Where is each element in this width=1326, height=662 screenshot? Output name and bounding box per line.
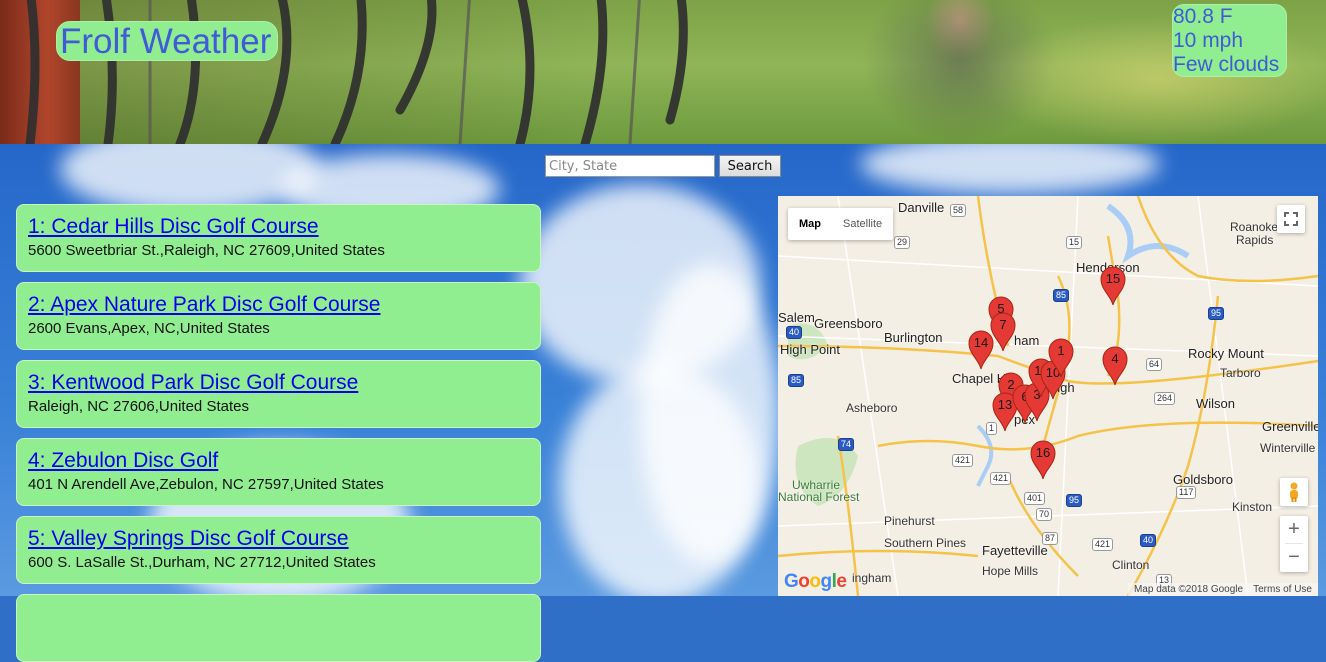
map-marker-15[interactable]: 15 (1100, 266, 1126, 306)
weather-wind: 10 mph (1173, 29, 1244, 52)
map-place-label: Southern Pines (884, 536, 967, 550)
map-data-credit: Map data ©2018 Google (1133, 584, 1244, 595)
map-place-label: High Point (780, 342, 840, 357)
map-place-label: Danville (898, 200, 945, 215)
map-place-label: Tarboro (1220, 366, 1261, 380)
map-place-label: Kinston (1232, 500, 1273, 514)
course-link[interactable]: 4: Zebulon Disc Golf (28, 447, 540, 475)
route-shield: 87 (1042, 532, 1059, 545)
route-shield: 64 (1146, 358, 1163, 371)
map-place-label: ham (1014, 333, 1040, 348)
fullscreen-button[interactable] (1277, 205, 1305, 233)
weather-conditions: Few clouds (1173, 53, 1280, 76)
route-shield: 85 (788, 374, 805, 387)
map-place-label: Clinton (1112, 558, 1150, 572)
pegman-icon (1290, 482, 1298, 502)
map-marker-label: 1 (1057, 343, 1065, 358)
map-place-label: Greensboro (814, 316, 883, 331)
course-address: 5600 Sweetbriar St.,Raleigh, NC 27609,Un… (28, 242, 385, 259)
course-card: 3: Kentwood Park Disc Golf Course Raleig… (16, 360, 541, 428)
route-shield: 29 (894, 236, 911, 249)
course-address: Raleigh, NC 27606,United States (28, 398, 249, 415)
course-card: 5: Valley Springs Disc Golf Course 600 S… (16, 516, 541, 584)
map-place-label: Wilson (1196, 396, 1236, 411)
course-link[interactable]: 2: Apex Nature Park Disc Golf Course (28, 291, 540, 319)
map-place-label: Burlington (884, 330, 943, 345)
google-logo: Google (784, 571, 847, 592)
map-marker-16[interactable]: 16 (1030, 440, 1056, 480)
map-type-control: Map Satellite (788, 208, 894, 240)
route-shield: 421 (952, 454, 974, 467)
route-shield: 58 (950, 204, 967, 217)
route-shield: 421 (1092, 538, 1114, 551)
city-state-search-input[interactable] (545, 155, 715, 177)
route-shield: 95 (1208, 307, 1225, 320)
map-marker-4[interactable]: 4 (1102, 346, 1128, 386)
route-shield: 421 (990, 472, 1012, 485)
map-place-label: Roanoke (1230, 220, 1279, 234)
header-banner: Frolf Weather 80.8 F 10 mph Few clouds (0, 0, 1326, 144)
route-shield: 40 (1140, 534, 1157, 547)
map-place-label: Greenville (1262, 419, 1318, 434)
fullscreen-icon (1284, 212, 1298, 226)
zoom-out-button[interactable]: − (1280, 544, 1308, 571)
route-shield: 70 (1036, 508, 1053, 521)
map-place-label: Rocky Mount (1188, 346, 1264, 361)
map-marker-14[interactable]: 14 (968, 330, 994, 370)
street-view-button[interactable] (1280, 478, 1308, 506)
map-type-satellite-button[interactable]: Satellite (832, 208, 893, 240)
route-shield: 95 (1066, 494, 1083, 507)
route-shield: 85 (1053, 289, 1070, 302)
zoom-in-button[interactable]: + (1280, 516, 1308, 543)
map-marker-label: 4 (1111, 351, 1119, 366)
route-shield: 40 (786, 326, 803, 339)
map-place-label: Salem (778, 310, 815, 325)
course-card: 1: Cedar Hills Disc Golf Course 5600 Swe… (16, 204, 541, 272)
map-place-label: Asheboro (846, 401, 898, 415)
route-shield: 15 (1066, 236, 1083, 249)
map-place-label: Goldsboro (1173, 472, 1233, 487)
course-address: 2600 Evans,Apex, NC,United States (28, 320, 270, 337)
map-place-label: Fayetteville (982, 543, 1048, 558)
route-shield: 401 (1024, 492, 1046, 505)
map-marker-1[interactable]: 1 (1048, 338, 1074, 378)
terms-of-use-link[interactable]: Terms of Use (1253, 584, 1312, 595)
map-place-label: Winterville (1260, 441, 1316, 455)
course-address: 401 N Arendell Ave,Zebulon, NC 27597,Uni… (28, 476, 384, 493)
map-type-map-button[interactable]: Map (788, 208, 832, 240)
map-place-label: Pinehurst (884, 514, 935, 528)
course-card (16, 594, 541, 662)
course-card: 2: Apex Nature Park Disc Golf Course 260… (16, 282, 541, 350)
map-place-label: Rapids (1236, 233, 1274, 247)
route-shield: 264 (1154, 392, 1176, 405)
map-place-label: ingham (852, 571, 892, 585)
map-marker-label: 15 (1105, 271, 1121, 286)
weather-temperature: 80.8 F (1173, 5, 1233, 28)
course-link[interactable]: 3: Kentwood Park Disc Golf Course (28, 369, 540, 397)
course-link[interactable]: 5: Valley Springs Disc Golf Course (28, 525, 540, 553)
map-marker-label: 16 (1035, 445, 1051, 460)
course-card: 4: Zebulon Disc Golf 401 N Arendell Ave,… (16, 438, 541, 506)
current-weather-box: 80.8 F 10 mph Few clouds (1172, 4, 1287, 77)
route-shield: 74 (838, 438, 855, 451)
course-map[interactable]: Danville Roanoke Rapids Henderson Greens… (778, 196, 1318, 596)
course-address: 600 S. LaSalle St.,Durham, NC 27712,Unit… (28, 554, 376, 571)
search-button[interactable]: Search (719, 155, 781, 177)
course-link[interactable]: 1: Cedar Hills Disc Golf Course (28, 213, 540, 241)
route-shield: 117 (1176, 486, 1197, 499)
map-marker-label: 14 (973, 335, 989, 350)
zoom-control: + − (1280, 516, 1308, 572)
site-title: Frolf Weather (56, 21, 278, 61)
map-attribution: Map data ©2018 Google Terms of Use (1127, 583, 1318, 596)
map-place-label: National Forest (778, 490, 860, 504)
map-place-label: Hope Mills (982, 564, 1039, 578)
